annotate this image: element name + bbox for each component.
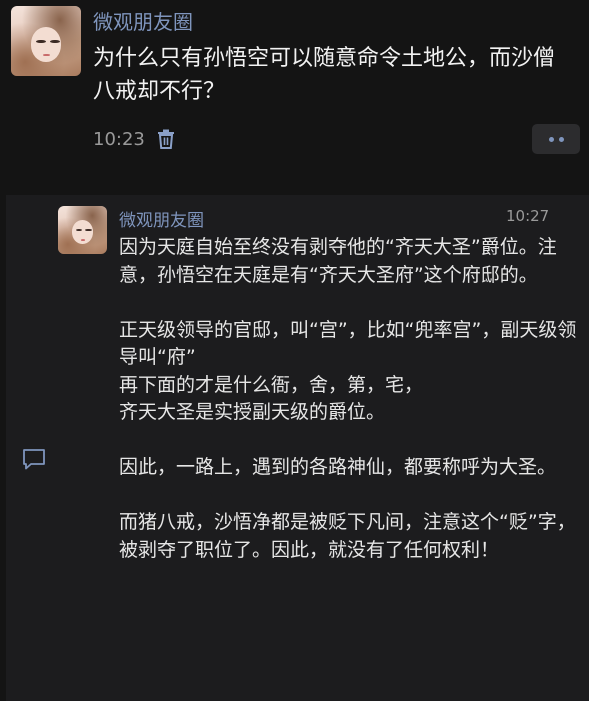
comment-text: 因为天庭自始至终没有剥夺他的“齐天大圣”爵位。注意，孙悟空在天庭是有“齐天大圣府… (119, 236, 577, 561)
more-dots-icon (549, 137, 554, 142)
trash-icon[interactable] (157, 129, 175, 149)
more-dots-icon (559, 137, 564, 142)
avatar-eye (36, 39, 46, 44)
post-time: 10:23 (93, 129, 145, 150)
comment-icon (23, 449, 45, 470)
avatar-face (30, 27, 62, 62)
comment-author-avatar[interactable] (58, 206, 107, 254)
avatar-lip (80, 238, 86, 241)
more-options-button[interactable] (532, 124, 580, 154)
post-text: 为什么只有孙悟空可以随意命令土地公，而沙僧八戒却不行？ (93, 46, 556, 104)
avatar-eye (50, 39, 60, 44)
comment-time: 10:27 (506, 207, 550, 225)
post-author-name[interactable]: 微观朋友圈 (93, 6, 193, 35)
post-author-avatar[interactable] (11, 6, 81, 76)
comment-author-name[interactable]: 微观朋友圈 (119, 206, 204, 231)
